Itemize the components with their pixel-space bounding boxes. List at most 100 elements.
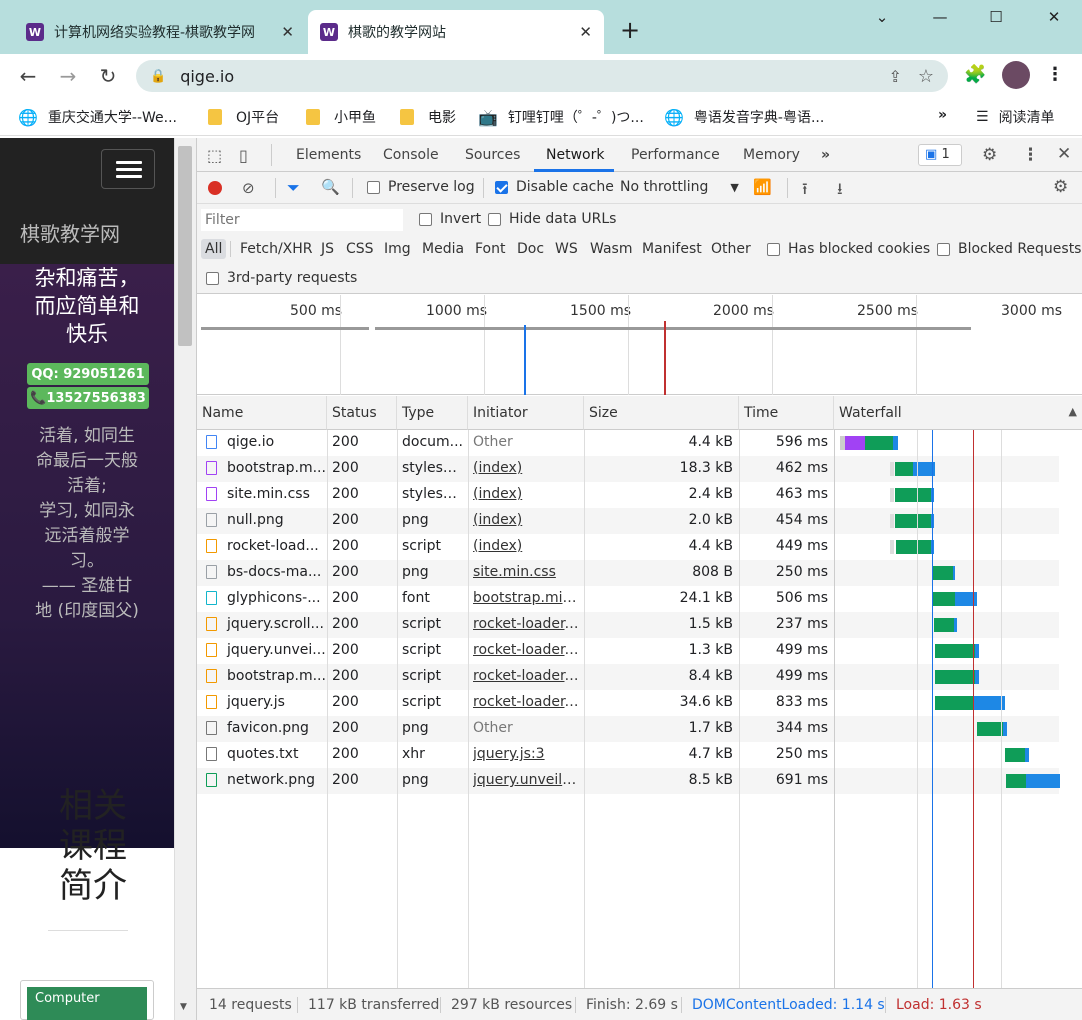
request-name[interactable]: glyphicons-... bbox=[206, 590, 326, 606]
hide-data-urls-checkbox[interactable]: Hide data URLs bbox=[488, 211, 616, 227]
type-filter-media[interactable]: Media bbox=[422, 241, 464, 257]
column-header-type[interactable]: Type bbox=[397, 396, 468, 430]
request-name[interactable]: quotes.txt bbox=[206, 746, 326, 762]
reload-button[interactable]: ↻ bbox=[96, 64, 120, 88]
device-toolbar-icon[interactable]: ▯ bbox=[239, 146, 248, 165]
network-overview-timeline[interactable]: 500 ms 1000 ms 1500 ms 2000 ms 2500 ms 3… bbox=[197, 295, 1082, 395]
type-filter-other[interactable]: Other bbox=[711, 241, 751, 257]
tab-performance[interactable]: Performance bbox=[631, 147, 720, 163]
request-name[interactable]: bs-docs-ma... bbox=[206, 564, 326, 580]
column-header-initiator[interactable]: Initiator bbox=[468, 396, 584, 430]
request-name[interactable]: bootstrap.m... bbox=[206, 668, 326, 684]
column-header-status[interactable]: Status bbox=[327, 396, 397, 430]
blocked-requests-checkbox[interactable]: Blocked Requests bbox=[937, 241, 1081, 257]
request-name[interactable]: null.png bbox=[206, 512, 326, 528]
close-window-button[interactable]: ✕ bbox=[1034, 8, 1074, 30]
extensions-puzzle-icon[interactable]: 🧩 bbox=[964, 64, 986, 85]
tab-memory[interactable]: Memory bbox=[743, 147, 800, 163]
disable-cache-checkbox[interactable]: Disable cache bbox=[495, 179, 614, 195]
request-initiator[interactable]: rocket-loader.... bbox=[473, 668, 579, 684]
more-bookmarks-chevron-icon[interactable]: » bbox=[938, 107, 947, 123]
bookmark-item[interactable]: 📺 钉哩钉哩（゜-゜)つ... bbox=[478, 107, 644, 127]
search-icon[interactable]: 🔍 bbox=[321, 178, 340, 196]
request-name[interactable]: bootstrap.m... bbox=[206, 460, 326, 476]
request-initiator[interactable]: jquery.js:3 bbox=[473, 746, 579, 762]
bookmark-folder[interactable]: OJ平台 bbox=[208, 107, 279, 127]
more-tabs-chevron-icon[interactable]: » bbox=[821, 147, 830, 163]
request-initiator[interactable]: (index) bbox=[473, 538, 579, 554]
new-tab-button[interactable]: + bbox=[620, 16, 640, 44]
bookmark-star-icon[interactable]: ☆ bbox=[918, 66, 934, 87]
type-filter-img[interactable]: Img bbox=[384, 241, 411, 257]
request-name[interactable]: jquery.js bbox=[206, 694, 326, 710]
request-initiator[interactable]: bootstrap.min... bbox=[473, 590, 579, 606]
browser-tab-1[interactable]: W 计算机网络实验教程-棋歌教学网 ✕ bbox=[14, 10, 306, 54]
minimize-button[interactable]: — bbox=[920, 8, 960, 30]
close-devtools-icon[interactable]: ✕ bbox=[1057, 144, 1071, 164]
request-initiator[interactable]: (index) bbox=[473, 460, 579, 476]
type-filter-manifest[interactable]: Manifest bbox=[642, 241, 702, 257]
scrollbar-thumb[interactable] bbox=[178, 146, 192, 346]
address-bar[interactable]: 🔒 qige.io ⇪ ☆ bbox=[136, 60, 948, 92]
column-header-name[interactable]: Name bbox=[197, 396, 327, 430]
type-filter-ws[interactable]: WS bbox=[555, 241, 578, 257]
tab-network[interactable]: Network bbox=[546, 147, 604, 163]
has-blocked-cookies-checkbox[interactable]: Has blocked cookies bbox=[767, 241, 930, 257]
tab-elements[interactable]: Elements bbox=[296, 147, 361, 163]
request-initiator[interactable]: rocket-loader.... bbox=[473, 616, 579, 632]
browser-tab-2[interactable]: W 棋歌的教学网站 ✕ bbox=[308, 10, 604, 54]
filter-input[interactable] bbox=[201, 209, 403, 231]
scroll-down-arrow-icon[interactable]: ▼ bbox=[180, 1002, 187, 1012]
type-filter-fetch-xhr[interactable]: Fetch/XHR bbox=[240, 241, 313, 257]
record-button[interactable] bbox=[208, 181, 222, 195]
bookmark-item[interactable]: 🌐 粤语发音字典-粤语... bbox=[664, 107, 824, 127]
site-brand[interactable]: 棋歌教学网 bbox=[20, 218, 120, 247]
request-initiator[interactable]: (index) bbox=[473, 486, 579, 502]
menu-kebab-icon[interactable]: ⋮ bbox=[1046, 64, 1064, 85]
request-initiator[interactable]: rocket-loader.... bbox=[473, 642, 579, 658]
close-tab-icon[interactable]: ✕ bbox=[579, 23, 592, 41]
type-filter-js[interactable]: JS bbox=[321, 241, 334, 257]
tab-search-chevron-icon[interactable]: ⌄ bbox=[862, 8, 902, 30]
request-initiator[interactable]: (index) bbox=[473, 512, 579, 528]
settings-gear-icon[interactable]: ⚙ bbox=[982, 145, 997, 165]
type-filter-css[interactable]: CSS bbox=[346, 241, 374, 257]
request-name[interactable]: site.min.css bbox=[206, 486, 326, 502]
bookmark-item[interactable]: 🌐 重庆交通大学--We... bbox=[18, 107, 177, 127]
request-name[interactable]: jquery.unvei... bbox=[206, 642, 326, 658]
page-scrollbar[interactable]: ▼ bbox=[174, 138, 196, 1020]
preserve-log-checkbox[interactable]: Preserve log bbox=[367, 179, 475, 195]
network-settings-gear-icon[interactable]: ⚙ bbox=[1053, 177, 1068, 197]
request-name[interactable]: jquery.scroll... bbox=[206, 616, 326, 632]
request-initiator[interactable]: jquery.unveil.... bbox=[473, 772, 579, 788]
column-header-waterfall[interactable]: Waterfall ▲ bbox=[834, 396, 1082, 430]
forward-button[interactable]: → bbox=[56, 64, 80, 88]
request-initiator[interactable]: rocket-loader.... bbox=[473, 694, 579, 710]
maximize-button[interactable]: ☐ bbox=[976, 8, 1016, 30]
filter-funnel-icon[interactable]: ⏷ bbox=[287, 178, 300, 198]
network-conditions-icon[interactable]: 📶 bbox=[753, 178, 772, 196]
devtools-menu-kebab-icon[interactable]: ⋮ bbox=[1022, 145, 1039, 165]
course-card[interactable]: Computer bbox=[20, 980, 154, 1020]
export-har-icon[interactable]: ⭳ bbox=[837, 178, 843, 205]
request-name[interactable]: network.png bbox=[206, 772, 326, 788]
tab-sources[interactable]: Sources bbox=[465, 147, 520, 163]
hamburger-menu-icon[interactable] bbox=[101, 149, 155, 189]
bookmark-folder[interactable]: 小甲鱼 bbox=[306, 107, 376, 127]
clear-icon[interactable]: ⊘ bbox=[242, 179, 255, 197]
column-header-time[interactable]: Time bbox=[739, 396, 834, 430]
close-tab-icon[interactable]: ✕ bbox=[281, 23, 294, 41]
type-filter-wasm[interactable]: Wasm bbox=[590, 241, 632, 257]
issues-badge[interactable]: ▣ 1 bbox=[918, 144, 962, 166]
import-har-icon[interactable]: ⭱ bbox=[802, 178, 808, 205]
type-filter-doc[interactable]: Doc bbox=[517, 241, 544, 257]
throttling-select[interactable]: No throttling ▼ bbox=[620, 179, 739, 195]
type-filter-font[interactable]: Font bbox=[475, 241, 505, 257]
request-name[interactable]: qige.io bbox=[206, 434, 326, 450]
tab-console[interactable]: Console bbox=[383, 147, 439, 163]
request-initiator[interactable]: site.min.css bbox=[473, 564, 579, 580]
third-party-requests-checkbox[interactable]: 3rd-party requests bbox=[206, 270, 357, 286]
bookmark-folder[interactable]: 电影 bbox=[400, 107, 456, 127]
invert-checkbox[interactable]: Invert bbox=[419, 211, 481, 227]
reading-list-button[interactable]: ☰ 阅读清单 bbox=[976, 107, 1055, 127]
